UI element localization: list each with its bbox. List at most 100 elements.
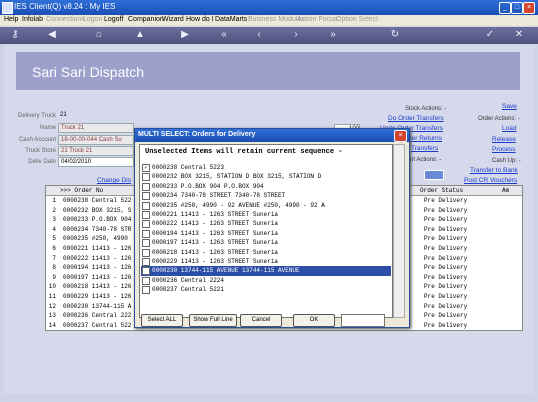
first-icon[interactable]: « [217, 29, 231, 41]
forward-icon[interactable]: › [289, 29, 303, 41]
row-status: Pre Delivery [424, 283, 468, 291]
name-field[interactable]: Truck 21 [58, 123, 134, 133]
minimize-button[interactable]: _ [499, 2, 511, 14]
key-icon[interactable]: ⚷ [8, 29, 22, 41]
item-checkbox[interactable] [142, 267, 150, 276]
dialog-close-icon[interactable]: × [394, 130, 407, 142]
item-label: 0000238 Central 5223 [152, 164, 225, 171]
up-icon[interactable]: ▲ [133, 29, 147, 41]
print-icon[interactable] [424, 170, 444, 180]
select-all-button[interactable]: Select ALL [141, 314, 183, 327]
list-item[interactable]: 0000234 7340-78 STREET 7340-78 STREET [141, 191, 391, 201]
order-returns-link[interactable]: der Returns [408, 135, 442, 142]
process-link[interactable]: Process [492, 146, 515, 153]
menu-connections[interactable]: Connections [46, 16, 85, 23]
row-order: 0000221 11413 - 126 [63, 245, 132, 252]
list-item[interactable]: 0000221 11413 - 1263 STREET Suneria [141, 210, 391, 219]
delivery-truck-label: Delivery Truck [17, 113, 56, 119]
change-dispatch-link[interactable]: Change Dis [97, 177, 131, 184]
delivery-truck-value[interactable]: 21 [58, 111, 130, 119]
item-label: 0000197 11413 - 1263 STREET Suneria [152, 239, 279, 247]
menu-help[interactable]: Help [4, 16, 18, 23]
maximize-button[interactable]: □ [511, 2, 523, 14]
truck-store-field[interactable]: 21 Truck 21 [58, 146, 134, 156]
menu-wizard[interactable]: Wizard [162, 16, 184, 23]
last-icon[interactable]: » [326, 29, 340, 41]
item-checkbox[interactable] [142, 201, 150, 210]
transfers-link[interactable]: Transfers [411, 145, 438, 152]
row-status: Pre Delivery [424, 321, 468, 329]
list-item[interactable]: 0000197 11413 - 1263 STREET Suneria [141, 238, 391, 248]
item-checkbox[interactable] [142, 258, 150, 266]
item-checkbox[interactable] [142, 229, 150, 238]
toolbar-close-icon[interactable]: ✕ [512, 29, 526, 41]
menu-logoff[interactable]: Logoff [104, 16, 123, 23]
delivery-date-field[interactable]: 04/02/2010 [58, 157, 134, 167]
list-item[interactable]: 0000230 13744-115 AVENUE 13744-115 AVENU… [141, 266, 391, 276]
list-item[interactable]: 0000218 11413 - 1263 STREET Suneria [141, 248, 391, 257]
col-order-no[interactable]: >>> Order No [60, 187, 103, 194]
load-link[interactable]: Load [502, 125, 516, 132]
row-number: 5 [52, 235, 56, 243]
row-order: 0000234 7340-78 STR [63, 225, 132, 233]
row-status: Pre Delivery [424, 302, 468, 310]
home-icon[interactable]: ⌂ [92, 29, 106, 41]
item-checkbox[interactable] [142, 211, 150, 219]
menu-option-select[interactable]: Option Select [336, 16, 378, 23]
item-label: 0000237 Central 5221 [152, 286, 225, 294]
row-status: Pre Delivery [424, 235, 468, 243]
item-checkbox[interactable]: ✓ [142, 164, 150, 172]
list-item[interactable]: 0000194 11413 - 1263 STREET Suneria [141, 229, 391, 238]
menu-logon[interactable]: Logon [83, 16, 102, 23]
dialog-search-input[interactable] [341, 314, 385, 327]
list-item[interactable]: ✓ 0000238 Central 5223 [141, 163, 391, 172]
item-checkbox[interactable] [142, 239, 150, 248]
list-item[interactable]: 0000235 #250, 4990 - 92 AVENUE #250, 499… [141, 201, 391, 210]
cash-account-field[interactable]: 18-00-00-044 Cash Su [58, 135, 134, 145]
cancel-button[interactable]: Cancel [240, 314, 282, 327]
next-icon[interactable]: ▶ [178, 29, 192, 41]
item-checkbox[interactable] [142, 248, 150, 257]
item-checkbox[interactable] [142, 192, 150, 201]
item-checkbox[interactable] [142, 182, 150, 191]
menu-datamarts[interactable]: DataMarts [215, 16, 247, 23]
name-label: Name [39, 125, 56, 131]
menu-action-focus[interactable]: Action Focus [297, 16, 337, 23]
close-button[interactable]: × [523, 2, 535, 14]
release-link[interactable]: Release [492, 136, 516, 143]
post-cr-vouchers-link[interactable]: Post CR Vouchers [464, 177, 517, 184]
item-checkbox[interactable] [142, 286, 150, 295]
check-icon[interactable]: ✓ [483, 29, 497, 41]
list-item[interactable]: 0000222 11413 - 1263 STREET Suneria [141, 219, 391, 229]
back-icon[interactable]: ◀ [45, 29, 59, 41]
print-actions-label: nt Actions: - [410, 157, 442, 163]
list-item[interactable]: 0000229 11413 - 1263 STREET Suneria [141, 257, 391, 266]
transfer-to-bank-link[interactable]: Transfer to Bank [470, 167, 518, 174]
col-am[interactable]: Am [502, 187, 509, 194]
do-order-transfers-link[interactable]: Do Order Transfers [388, 115, 444, 122]
item-label: 0000194 11413 - 1263 STREET Suneria [152, 229, 279, 237]
menu-how-do-i[interactable]: How do I [186, 16, 214, 23]
menu-infolab[interactable]: Infolab [22, 16, 43, 23]
item-checkbox[interactable] [142, 220, 150, 229]
prev-icon[interactable]: ‹ [252, 29, 266, 41]
col-order-status[interactable]: Order Status [420, 187, 463, 194]
row-status: Pre Delivery [424, 254, 468, 262]
show-full-line-button[interactable]: Show Full Line [189, 314, 237, 327]
list-item[interactable]: 0000232 BOX 3215, STATION D BOX 3215, ST… [141, 172, 391, 182]
save-link[interactable]: Save [502, 103, 517, 110]
menu-companion[interactable]: Companion [128, 16, 164, 23]
item-label: 0000233 P.O.BOX 904 P.O.BOX 904 [152, 182, 264, 190]
app-icon [2, 2, 13, 14]
row-number: 14 [48, 321, 56, 329]
refresh-icon[interactable]: ↻ [388, 29, 402, 41]
ok-button[interactable]: OK [293, 314, 335, 327]
item-checkbox[interactable] [142, 173, 150, 182]
list-item[interactable]: 0000237 Central 5221 [141, 285, 391, 295]
list-item[interactable]: 0000233 P.O.BOX 904 P.O.BOX 904 [141, 182, 391, 191]
item-checkbox[interactable] [142, 276, 150, 285]
delivery-date-label: Deliv Date [28, 159, 56, 165]
list-item[interactable]: 0000236 Central 2224 [141, 276, 391, 285]
dialog-scrollbar[interactable] [393, 144, 405, 318]
status-bar [0, 394, 538, 402]
